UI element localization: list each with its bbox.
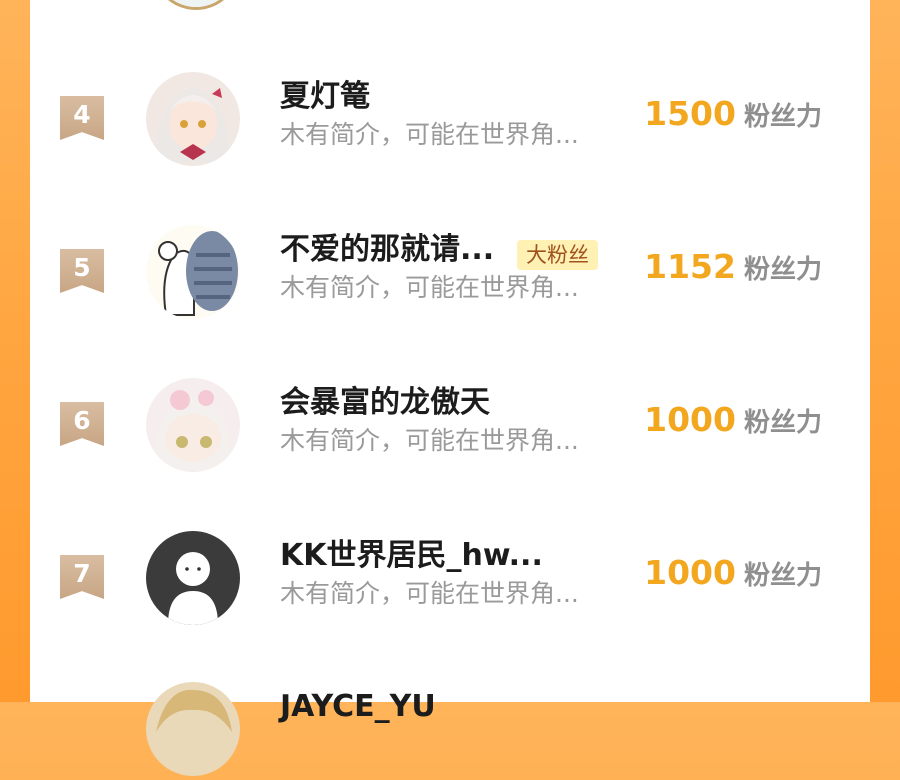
user-avatar-prev[interactable] [152,0,240,10]
ranking-row[interactable]: 7 KK世界居民_hw... 木有简介，可能在世界角... 1000 粉丝力 [30,519,870,629]
fan-power-value: 1500 [644,94,736,133]
user-name[interactable]: JAYCE_YU [280,689,436,725]
fan-power: 1500 粉丝力 [644,94,822,140]
fan-power: 1000 粉丝力 [644,400,822,446]
fan-power: 1000 粉丝力 [644,553,822,599]
user-name[interactable]: 不爱的那就请... [280,232,494,268]
rank-badge: 5 [60,249,104,293]
user-bio: 木有简介，可能在世界角... [280,426,579,455]
user-avatar[interactable] [146,378,240,472]
ranking-row[interactable]: 5 不爱的那就请... 大粉丝 木有简介，可能在世界角... 1152 粉丝力 [30,213,870,323]
user-bio: 木有简介，可能在世界角... [280,120,579,149]
user-avatar[interactable] [146,682,240,776]
user-name[interactable]: KK世界居民_hw... [280,538,543,574]
fan-power-unit: 粉丝力 [743,255,822,285]
fan-power-value: 1000 [644,400,736,439]
fan-power-unit: 粉丝力 [743,102,822,132]
rank-badge: 6 [60,402,104,446]
default-avatar-icon[interactable] [146,531,240,625]
ranking-panel: 4 夏灯篭 木有简介，可能在世界角... 1500 粉丝力 5 不爱的那就请..… [30,0,870,776]
rank-badge: 4 [60,96,104,140]
fan-power-unit: 粉丝力 [743,561,822,591]
ranking-row[interactable]: JAYCE_YU [30,670,870,780]
ranking-row[interactable]: 6 会暴富的龙傲天 木有简介，可能在世界角... 1000 粉丝力 [30,366,870,476]
user-avatar[interactable] [146,72,240,166]
user-name[interactable]: 会暴富的龙傲天 [280,385,490,421]
fan-power: 1152 粉丝力 [644,247,822,293]
fan-power-value: 1000 [644,553,736,592]
user-bio: 木有简介，可能在世界角... [280,579,579,608]
big-fan-badge: 大粉丝 [517,240,598,270]
ranking-row[interactable]: 4 夏灯篭 木有简介，可能在世界角... 1500 粉丝力 [30,60,870,170]
fan-power-unit: 粉丝力 [743,408,822,438]
rank-badge: 7 [60,555,104,599]
user-bio: 木有简介，可能在世界角... [280,273,579,302]
user-avatar[interactable] [146,225,240,319]
user-name[interactable]: 夏灯篭 [280,79,370,115]
fan-power-value: 1152 [644,247,736,286]
